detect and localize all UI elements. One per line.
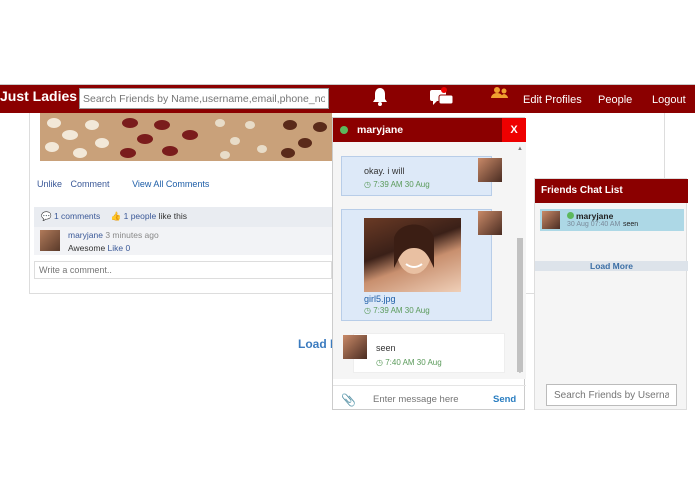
avatar [542,211,560,229]
chat-icon[interactable] [429,87,455,112]
comment-user[interactable]: maryjane [68,230,103,240]
friend-last-time: 30 Aug 07:40 AM [567,221,621,228]
comment-link[interactable]: Comment [71,179,110,189]
sender-avatar[interactable] [478,158,502,182]
comment-time: 3 minutes ago [105,230,159,240]
like-this-label: like this [158,211,187,221]
people-link[interactable]: People [598,94,632,106]
message-time: ◷ 7:39 AM 30 Aug [364,306,430,315]
scroll-up-icon[interactable]: ▲ [517,146,523,152]
message-timestamp: 7:40 AM 30 Aug [385,358,442,367]
chat-input-bar: 📎 Send [333,385,526,411]
view-all-comments-link[interactable]: View All Comments [132,179,209,189]
write-comment-input[interactable] [34,261,332,279]
attachment-icon[interactable]: 📎 [341,393,356,407]
chat-messages[interactable]: ▲ ▼ okay. i will ◷ 7:39 AM 30 Aug girl5.… [333,142,526,379]
message-text: okay. i will [364,166,405,176]
unlike-link[interactable]: Unlike [37,179,62,189]
image-file-link[interactable]: girl5.jpg [364,294,396,304]
comment-item: maryjane 3 minutes ago Awesome Like 0 [34,227,332,255]
people-icon[interactable] [490,86,510,107]
image-message-bubble: girl5.jpg ◷ 7:39 AM 30 Aug [341,209,492,321]
friend-msg-status: seen [623,221,639,228]
comment-text: Awesome [68,243,106,253]
shared-image[interactable] [364,218,461,292]
avatar[interactable] [40,230,60,251]
message-input[interactable] [373,392,483,406]
online-status-icon [340,126,348,134]
chat-user-name[interactable]: maryjane [357,124,403,136]
comment-bubble-icon: 💬 [41,211,52,221]
scrollbar-thumb[interactable] [517,238,523,372]
bell-icon[interactable] [371,87,389,112]
comments-count[interactable]: 1 comments [54,211,100,221]
friends-load-more-button[interactable]: Load More [535,261,688,271]
friend-name: maryjane [576,211,614,221]
post-image[interactable] [40,113,332,161]
sender-avatar[interactable] [478,211,502,235]
message-timestamp: 7:39 AM 30 Aug [373,306,430,315]
top-navbar: Just Ladies Edit Profiles People Logout [0,84,695,113]
brand-logo[interactable]: Just Ladies [0,88,77,104]
message-bubble: okay. i will ◷ 7:39 AM 30 Aug [341,156,492,196]
message-time: ◷ 7:40 AM 30 Aug [376,358,442,367]
message-bubble: seen ◷ 7:40 AM 30 Aug [353,333,505,373]
online-status-icon [567,212,574,219]
send-button[interactable]: Send [493,394,516,405]
post-actions: Unlike Comment View All Comments [37,179,215,189]
friends-chat-list: Friends Chat List maryjane 30 Aug 07:40 … [534,178,688,410]
logout-link[interactable]: Logout [652,94,686,106]
message-timestamp: 7:39 AM 30 Aug [373,180,430,189]
chat-header: maryjane X [333,118,526,142]
message-text: seen [376,343,396,353]
clock-icon: ◷ [364,306,371,315]
clock-icon: ◷ [376,358,383,367]
friends-search-input[interactable] [546,384,677,406]
chat-window: maryjane X ▲ ▼ okay. i will ◷ 7:39 AM 30… [332,117,526,411]
thumbs-up-icon: 👍 [110,211,122,221]
post-stats: 💬 1 comments 👍 1 people like this [34,207,332,227]
friends-list-title: Friends Chat List [535,179,688,203]
friend-item[interactable]: maryjane 30 Aug 07:40 AM seen [540,209,684,231]
edit-profiles-link[interactable]: Edit Profiles [523,94,582,106]
clock-icon: ◷ [364,180,371,189]
comment-like-link[interactable]: Like 0 [108,243,131,253]
friend-search-input[interactable] [79,88,329,109]
likes-count[interactable]: 1 people [124,211,157,221]
message-time: ◷ 7:39 AM 30 Aug [364,180,430,189]
close-chat-button[interactable]: X [502,118,526,142]
receiver-avatar[interactable] [343,335,367,359]
